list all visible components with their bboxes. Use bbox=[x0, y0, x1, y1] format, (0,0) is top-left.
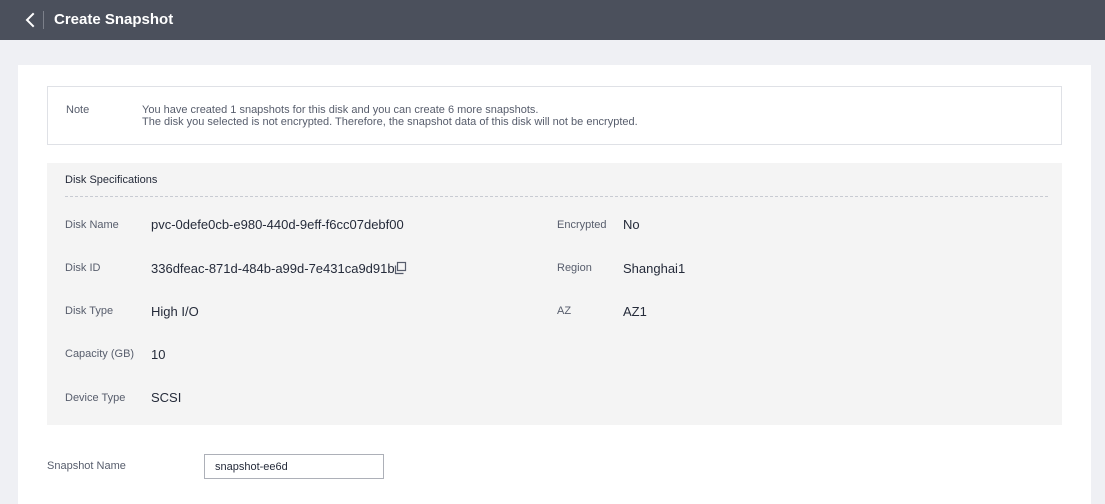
back-button[interactable] bbox=[20, 8, 42, 32]
section-divider bbox=[65, 196, 1048, 197]
az-label: AZ bbox=[557, 305, 572, 317]
snapshot-name-input[interactable] bbox=[204, 454, 384, 479]
note-line-snapshot-quota: You have created 1 snapshots for this di… bbox=[142, 104, 539, 116]
disk-name-label: Disk Name bbox=[65, 219, 119, 231]
note-line-encryption: The disk you selected is not encrypted. … bbox=[142, 116, 638, 128]
snapshot-name-label: Snapshot Name bbox=[47, 460, 126, 472]
copy-icon[interactable] bbox=[393, 261, 407, 275]
disk-name-value: pvc-0defe0cb-e980-440d-9eff-f6cc07debf00 bbox=[151, 217, 404, 232]
region-value: Shanghai1 bbox=[623, 261, 686, 276]
disk-specifications-panel: Disk Specifications bbox=[47, 163, 1062, 425]
note-label: Note bbox=[66, 104, 90, 116]
capacity-value: 10 bbox=[151, 347, 166, 362]
device-type-label: Device Type bbox=[65, 392, 126, 404]
encrypted-label: Encrypted bbox=[557, 219, 607, 231]
device-type-value: SCSI bbox=[151, 390, 182, 405]
header-divider bbox=[43, 11, 44, 29]
top-bar: Create Snapshot bbox=[0, 0, 1105, 40]
note-box: Note You have created 1 snapshots for th… bbox=[47, 86, 1062, 145]
chevron-left-icon bbox=[25, 12, 35, 28]
disk-type-value: High I/O bbox=[151, 304, 199, 319]
disk-type-label: Disk Type bbox=[65, 305, 114, 317]
disk-id-label: Disk ID bbox=[65, 262, 101, 274]
disk-specifications-title: Disk Specifications bbox=[65, 174, 158, 186]
region-label: Region bbox=[557, 262, 592, 274]
capacity-label: Capacity (GB) bbox=[65, 348, 135, 360]
encrypted-value: No bbox=[623, 217, 640, 232]
disk-id-value: 336dfeac-871d-484b-a99d-7e431ca9d91b bbox=[151, 261, 395, 276]
note-text: You have created 1 snapshots for this di… bbox=[142, 104, 638, 128]
page-title: Create Snapshot bbox=[54, 11, 174, 28]
az-value: AZ1 bbox=[623, 304, 647, 319]
